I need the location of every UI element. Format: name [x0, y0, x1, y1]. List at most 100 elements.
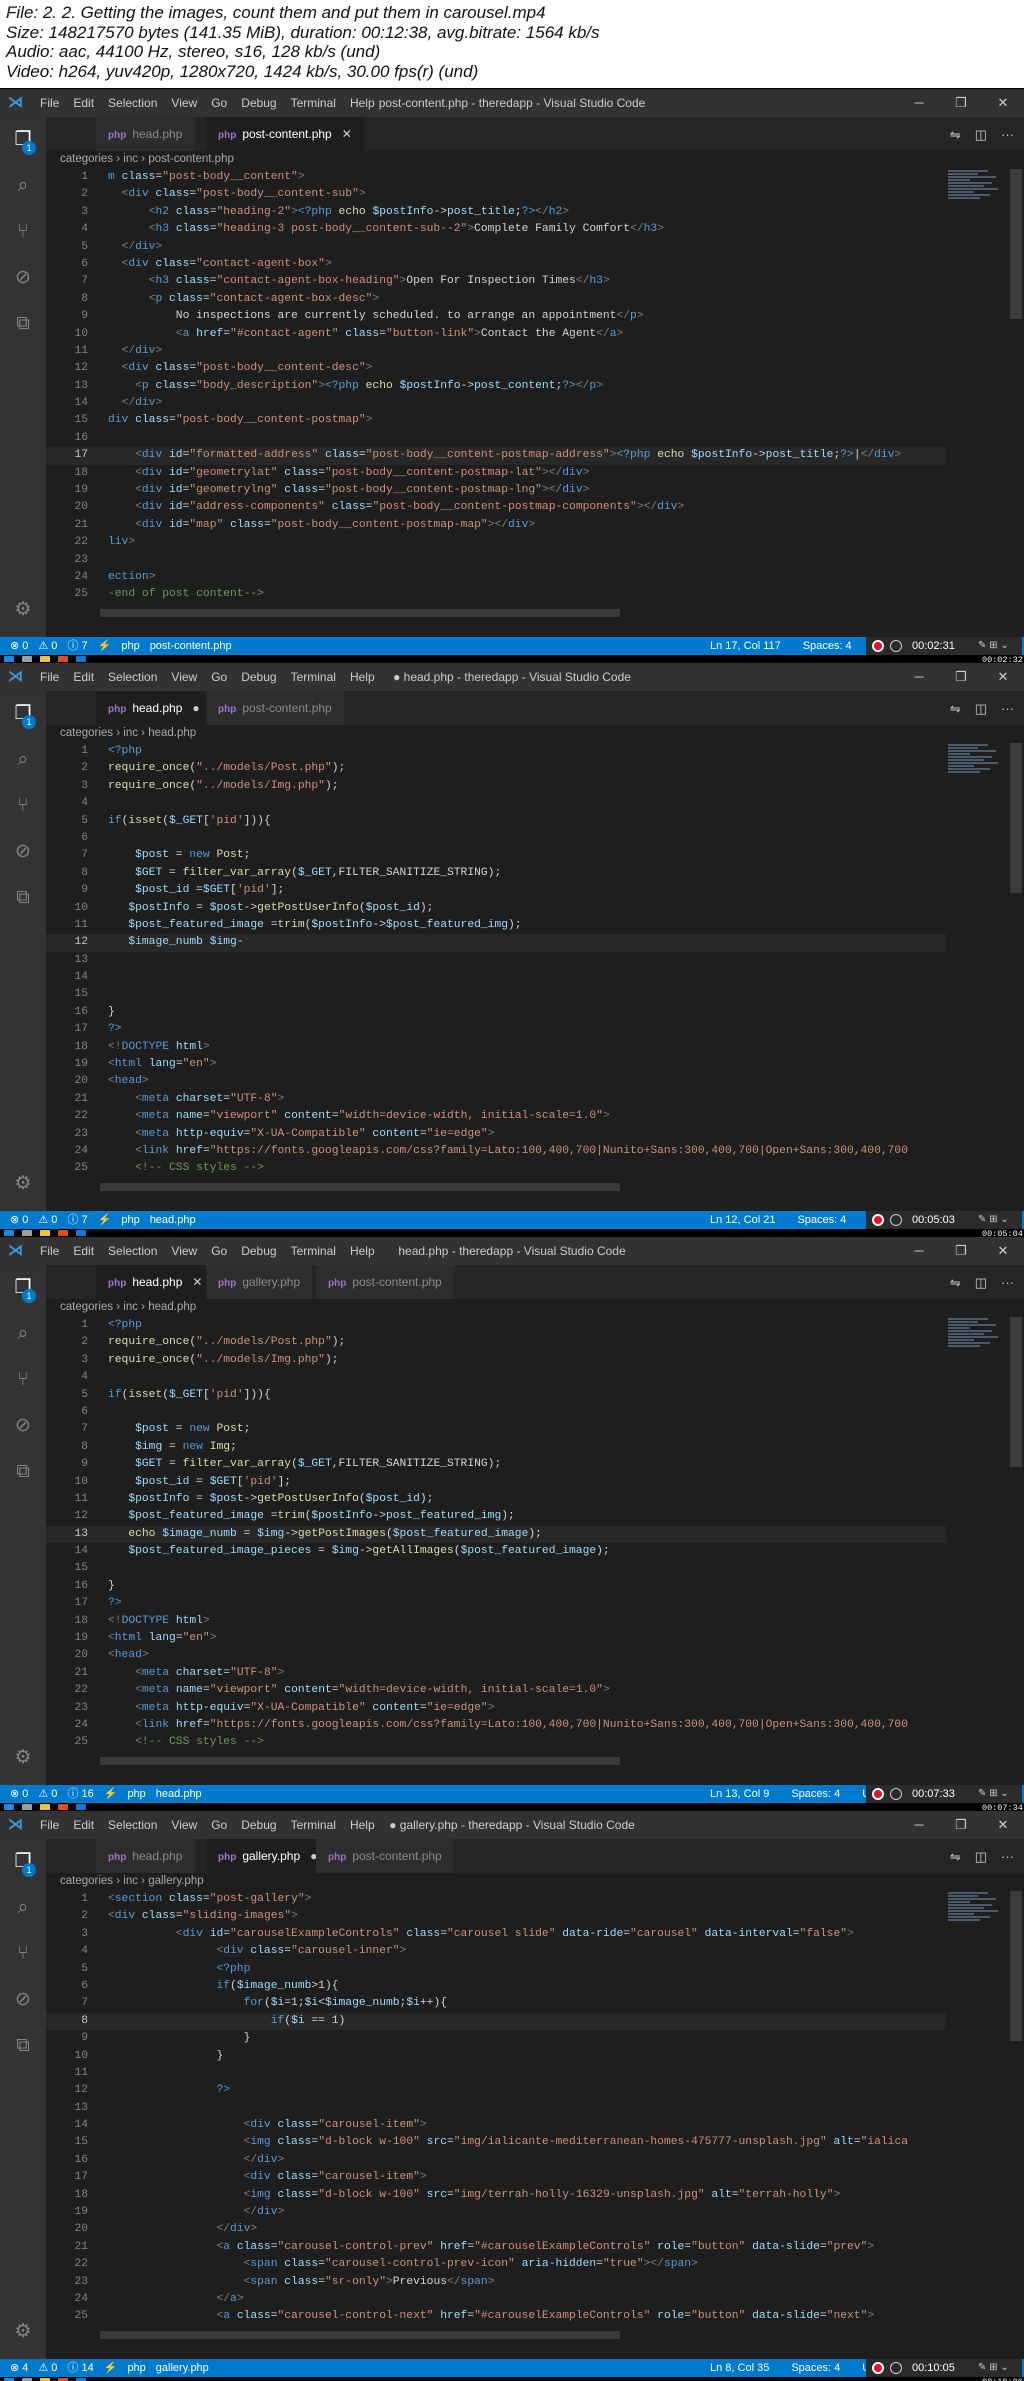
maximize-button[interactable]: ❐	[940, 89, 982, 117]
code-line[interactable]: 8 $GET = filter_var_array($_GET,FILTER_S…	[46, 865, 946, 882]
status-item[interactable]: ⚠ 0	[38, 2362, 57, 2374]
code-line[interactable]: 14 $post_featured_image_pieces = $img->g…	[46, 1543, 946, 1560]
code-line[interactable]: 4 <div class="carousel-inner">	[46, 1943, 946, 1960]
horizontal-scrollbar[interactable]	[100, 1183, 620, 1191]
code-line[interactable]: 17 <div class="carousel-item">	[46, 2169, 946, 2186]
close-tab-icon[interactable]: ✕	[192, 1275, 202, 1289]
code-line[interactable]: 16}	[46, 1004, 946, 1021]
stop-icon[interactable]	[890, 2362, 902, 2374]
horizontal-scrollbar[interactable]	[100, 2331, 620, 2339]
code-line[interactable]: 14	[46, 969, 946, 986]
minimap[interactable]	[948, 1891, 1004, 1971]
record-icon[interactable]	[872, 1788, 884, 1800]
close-button[interactable]: ✕	[982, 1237, 1024, 1265]
recorder-controls-icon[interactable]: ✎ ⊞ ⌄	[978, 2359, 1009, 2377]
code-line[interactable]: 22 <meta name="viewport" content="width=…	[46, 1682, 946, 1699]
status-item[interactable]: ⊗ 0	[10, 1788, 28, 1800]
code-line[interactable]: 21 <div id="map" class="post-body__conte…	[46, 517, 946, 534]
code-line[interactable]: 1 <?php	[46, 1317, 946, 1334]
code-line[interactable]: 3 <h2 class="heading-2"><?php echo $post…	[46, 204, 946, 221]
code-line[interactable]: 6	[46, 830, 946, 847]
source-control-icon[interactable]: ⑂	[12, 1369, 34, 1391]
code-line[interactable]: 7 $post = new Post;	[46, 1421, 946, 1438]
status-item[interactable]: Spaces: 4	[791, 1788, 840, 1800]
more-actions-icon[interactable]: ···	[1001, 127, 1014, 143]
code-line[interactable]: 1 <?php	[46, 743, 946, 760]
horizontal-scrollbar[interactable]	[100, 609, 620, 617]
status-item[interactable]: php	[121, 640, 139, 652]
minimap[interactable]	[948, 743, 1004, 823]
status-item[interactable]: php	[127, 1788, 145, 1800]
horizontal-scrollbar[interactable]	[100, 1757, 620, 1765]
debug-icon[interactable]: ⊘	[12, 841, 34, 863]
code-line[interactable]: 8 $img = new Img;	[46, 1439, 946, 1456]
code-line[interactable]: 4 <h3 class="heading-3 post-body__conten…	[46, 221, 946, 238]
code-line[interactable]: 17 <div id="formatted-address" class="po…	[46, 447, 946, 465]
status-item[interactable]: Ln 12, Col 21	[710, 1214, 775, 1226]
extensions-icon[interactable]: ⧉	[12, 2035, 34, 2057]
code-line[interactable]: 19 <div id="geometrylng" class="post-bod…	[46, 482, 946, 499]
code-line[interactable]: 21 <meta charset="UTF-8">	[46, 1091, 946, 1108]
open-changes-icon[interactable]: ⇋	[950, 701, 961, 717]
maximize-button[interactable]: ❐	[940, 1811, 982, 1839]
code-line[interactable]: 15 div class="post-body__content-postmap"…	[46, 412, 946, 429]
source-control-icon[interactable]: ⑂	[12, 1943, 34, 1965]
code-line[interactable]: 14 <div class="carousel-item">	[46, 2117, 946, 2134]
code-line[interactable]: 23 <meta http-equiv="X-UA-Compatible" co…	[46, 1126, 946, 1143]
tab-head-php[interactable]: php head.php ●	[96, 691, 213, 725]
status-item[interactable]: ⚠ 0	[38, 1214, 57, 1226]
minimize-button[interactable]: ─	[898, 89, 940, 117]
minimize-button[interactable]: ─	[898, 1237, 940, 1265]
code-line[interactable]: 1 <section class="post-gallery">	[46, 1891, 946, 1908]
code-line[interactable]: 17 ?>	[46, 1595, 946, 1612]
status-item[interactable]: Spaces: 4	[791, 2362, 840, 2374]
close-button[interactable]: ✕	[982, 1811, 1024, 1839]
recorder-controls-icon[interactable]: ✎ ⊞ ⌄	[978, 1211, 1009, 1229]
more-actions-icon[interactable]: ···	[1001, 701, 1014, 717]
tab-post-content-php[interactable]: php post-content.php ✕	[206, 117, 365, 151]
search-icon[interactable]: ⌕	[12, 1323, 34, 1345]
split-editor-icon[interactable]: ◫	[975, 127, 987, 143]
code-line[interactable]: 16}	[46, 1578, 946, 1595]
code-line[interactable]: 15	[46, 986, 946, 1003]
record-icon[interactable]	[872, 640, 884, 652]
code-line[interactable]: 25 <!-- CSS styles -->	[46, 1734, 946, 1747]
code-line[interactable]: 17 ?>	[46, 1021, 946, 1038]
code-line[interactable]: 10 $post_id = $GET['pid'];	[46, 1474, 946, 1491]
code-line[interactable]: 13 <p class="body_description"><?php ech…	[46, 378, 946, 395]
minimize-button[interactable]: ─	[898, 1811, 940, 1839]
code-line[interactable]: 2 <div class="post-body__content-sub">	[46, 186, 946, 203]
status-item[interactable]: Ln 13, Col 9	[710, 1788, 769, 1800]
code-line[interactable]: 12 $image_numb $img-	[46, 934, 946, 952]
code-line[interactable]: 24 </a>	[46, 2291, 946, 2308]
settings-gear-icon[interactable]: ⚙	[12, 2321, 34, 2343]
code-line[interactable]: 9 No inspections are currently scheduled…	[46, 308, 946, 325]
code-line[interactable]: 22 liv>	[46, 534, 946, 551]
code-line[interactable]: 15	[46, 1560, 946, 1577]
code-line[interactable]: 7 $post = new Post;	[46, 847, 946, 864]
code-line[interactable]: 12 ?>	[46, 2082, 946, 2099]
settings-gear-icon[interactable]: ⚙	[12, 1173, 34, 1195]
code-line[interactable]: 23 <span class="sr-only">Previous</span>	[46, 2274, 946, 2291]
extensions-icon[interactable]: ⧉	[12, 1461, 34, 1483]
code-line[interactable]: 7 for($i=1;$i<$image_numb;$i++){	[46, 1995, 946, 2012]
code-line[interactable]: 24 ection>	[46, 569, 946, 586]
code-line[interactable]: 13	[46, 2100, 946, 2117]
code-line[interactable]: 2 require_once("../models/Post.php");	[46, 760, 946, 777]
unsaved-dot-icon[interactable]: ●	[192, 701, 199, 715]
explorer-icon[interactable]: ❐ 1	[12, 1277, 36, 1303]
settings-gear-icon[interactable]: ⚙	[12, 1747, 34, 1769]
code-line[interactable]: 18 <img class="d-block w-100" src="img/t…	[46, 2187, 946, 2204]
more-actions-icon[interactable]: ···	[1001, 1849, 1014, 1865]
code-line[interactable]: 11 </div>	[46, 343, 946, 360]
split-editor-icon[interactable]: ◫	[975, 701, 987, 717]
status-item[interactable]: php	[121, 1214, 139, 1226]
maximize-button[interactable]: ❐	[940, 663, 982, 691]
status-item[interactable]: Ln 8, Col 35	[710, 2362, 769, 2374]
tab-gallery-php[interactable]: php gallery.php ●	[206, 1839, 331, 1873]
tab-head-php[interactable]: php head.php	[96, 1839, 196, 1873]
search-icon[interactable]: ⌕	[12, 749, 34, 771]
stop-icon[interactable]	[890, 640, 902, 652]
code-line[interactable]: 21 <a class="carousel-control-prev" href…	[46, 2239, 946, 2256]
code-line[interactable]: 16 </div>	[46, 2152, 946, 2169]
